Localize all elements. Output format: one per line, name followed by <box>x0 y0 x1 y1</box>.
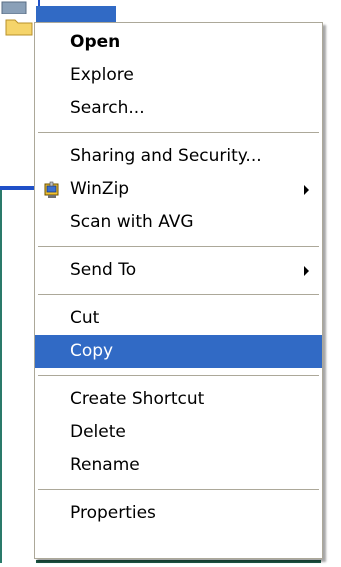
folder-icon <box>1 1 27 14</box>
menu-item-rename[interactable]: Rename <box>35 449 322 482</box>
menu-item-create-shortcut[interactable]: Create Shortcut <box>35 383 322 416</box>
context-menu: Open Explore Search... Sharing and Secur… <box>34 22 323 559</box>
background-window-bottom-edge <box>36 560 321 563</box>
menu-item-properties[interactable]: Properties <box>35 497 322 530</box>
menu-item-send-to-label: Send To <box>70 260 137 280</box>
menu-item-explore[interactable]: Explore <box>35 59 322 92</box>
folder-icon <box>5 19 33 36</box>
menu-separator <box>38 132 319 133</box>
menu-separator <box>38 489 319 490</box>
menu-item-delete[interactable]: Delete <box>35 416 322 449</box>
winzip-icon <box>44 181 59 198</box>
menu-item-cut[interactable]: Cut <box>35 302 322 335</box>
submenu-arrow-icon <box>304 266 309 276</box>
menu-item-scan-with-avg[interactable]: Scan with AVG <box>35 206 322 239</box>
menu-item-copy[interactable]: Copy <box>35 335 322 368</box>
menu-item-winzip-label: WinZip <box>70 179 130 199</box>
menu-item-search[interactable]: Search... <box>35 92 322 125</box>
submenu-arrow-icon <box>304 185 309 195</box>
menu-separator <box>38 375 319 376</box>
menu-item-send-to[interactable]: Send To <box>35 254 322 287</box>
menu-separator <box>38 246 319 247</box>
menu-item-open[interactable]: Open <box>35 26 322 59</box>
menu-item-sharing-and-security[interactable]: Sharing and Security... <box>35 140 322 173</box>
menu-item-winzip[interactable]: WinZip <box>35 173 322 206</box>
background-window-edge <box>0 190 36 563</box>
menu-separator <box>38 294 319 295</box>
